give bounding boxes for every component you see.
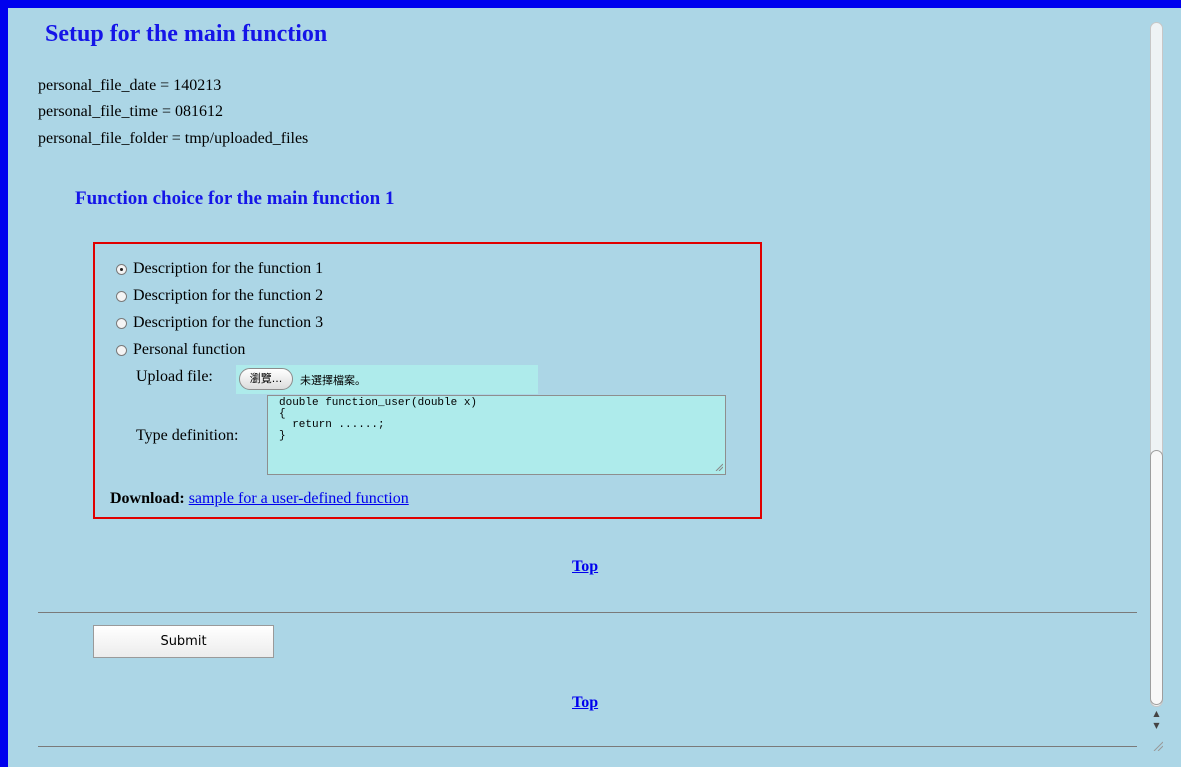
type-definition-textarea[interactable]: double function_user(double x) { return … [267, 395, 726, 475]
resize-grip-icon[interactable] [715, 463, 723, 471]
divider-bottom [38, 746, 1137, 747]
download-row: Download: sample for a user-defined func… [110, 490, 409, 508]
info-file-date: personal_file_date = 140213 [38, 77, 222, 94]
file-input[interactable]: 瀏覽... 未選擇檔案。 [236, 365, 538, 394]
choice-personal-function[interactable]: Personal function [116, 341, 245, 359]
top-link[interactable]: Top [572, 558, 598, 576]
browse-button[interactable]: 瀏覽... [239, 368, 293, 390]
radio-unselected-icon[interactable] [116, 317, 127, 329]
choice-function-2[interactable]: Description for the function 2 [116, 287, 323, 305]
choice-function-1[interactable]: Description for the function 1 [116, 260, 323, 278]
submit-button[interactable]: Submit [93, 625, 274, 658]
radio-unselected-icon[interactable] [116, 344, 127, 356]
window-resize-icon[interactable] [1153, 741, 1163, 751]
scroll-thumb[interactable] [1150, 450, 1163, 705]
radio-unselected-icon[interactable] [116, 290, 127, 302]
type-definition-label: Type definition: [136, 427, 239, 444]
vertical-scrollbar[interactable]: ▲ ▼ [1147, 8, 1181, 767]
choice-label: Description for the function 2 [133, 287, 324, 304]
download-label: Download: [110, 490, 185, 507]
scroll-down-arrow-icon[interactable]: ▼ [1150, 720, 1163, 732]
function-choice-box: Description for the function 1 Descripti… [93, 242, 762, 519]
choice-label: Description for the function 3 [133, 314, 324, 331]
choice-label: Personal function [133, 341, 246, 358]
sample-download-link[interactable]: sample for a user-defined function [189, 490, 409, 507]
file-status-text: 未選擇檔案。 [300, 374, 366, 387]
choice-label: Description for the function 1 [133, 260, 324, 277]
top-link-bottom[interactable]: Top [572, 694, 598, 712]
info-file-time: personal_file_time = 081612 [38, 103, 223, 120]
upload-label: Upload file: [136, 368, 213, 385]
divider [38, 612, 1137, 613]
radio-selected-icon[interactable] [116, 263, 127, 275]
page-frame: Setup for the main function personal_fil… [8, 8, 1181, 767]
page-title: Setup for the main function [45, 21, 328, 47]
section-title: Function choice for the main function 1 [75, 188, 395, 209]
info-file-folder: personal_file_folder = tmp/uploaded_file… [38, 130, 309, 147]
scroll-up-arrow-icon[interactable]: ▲ [1150, 708, 1163, 720]
choice-function-3[interactable]: Description for the function 3 [116, 314, 323, 332]
